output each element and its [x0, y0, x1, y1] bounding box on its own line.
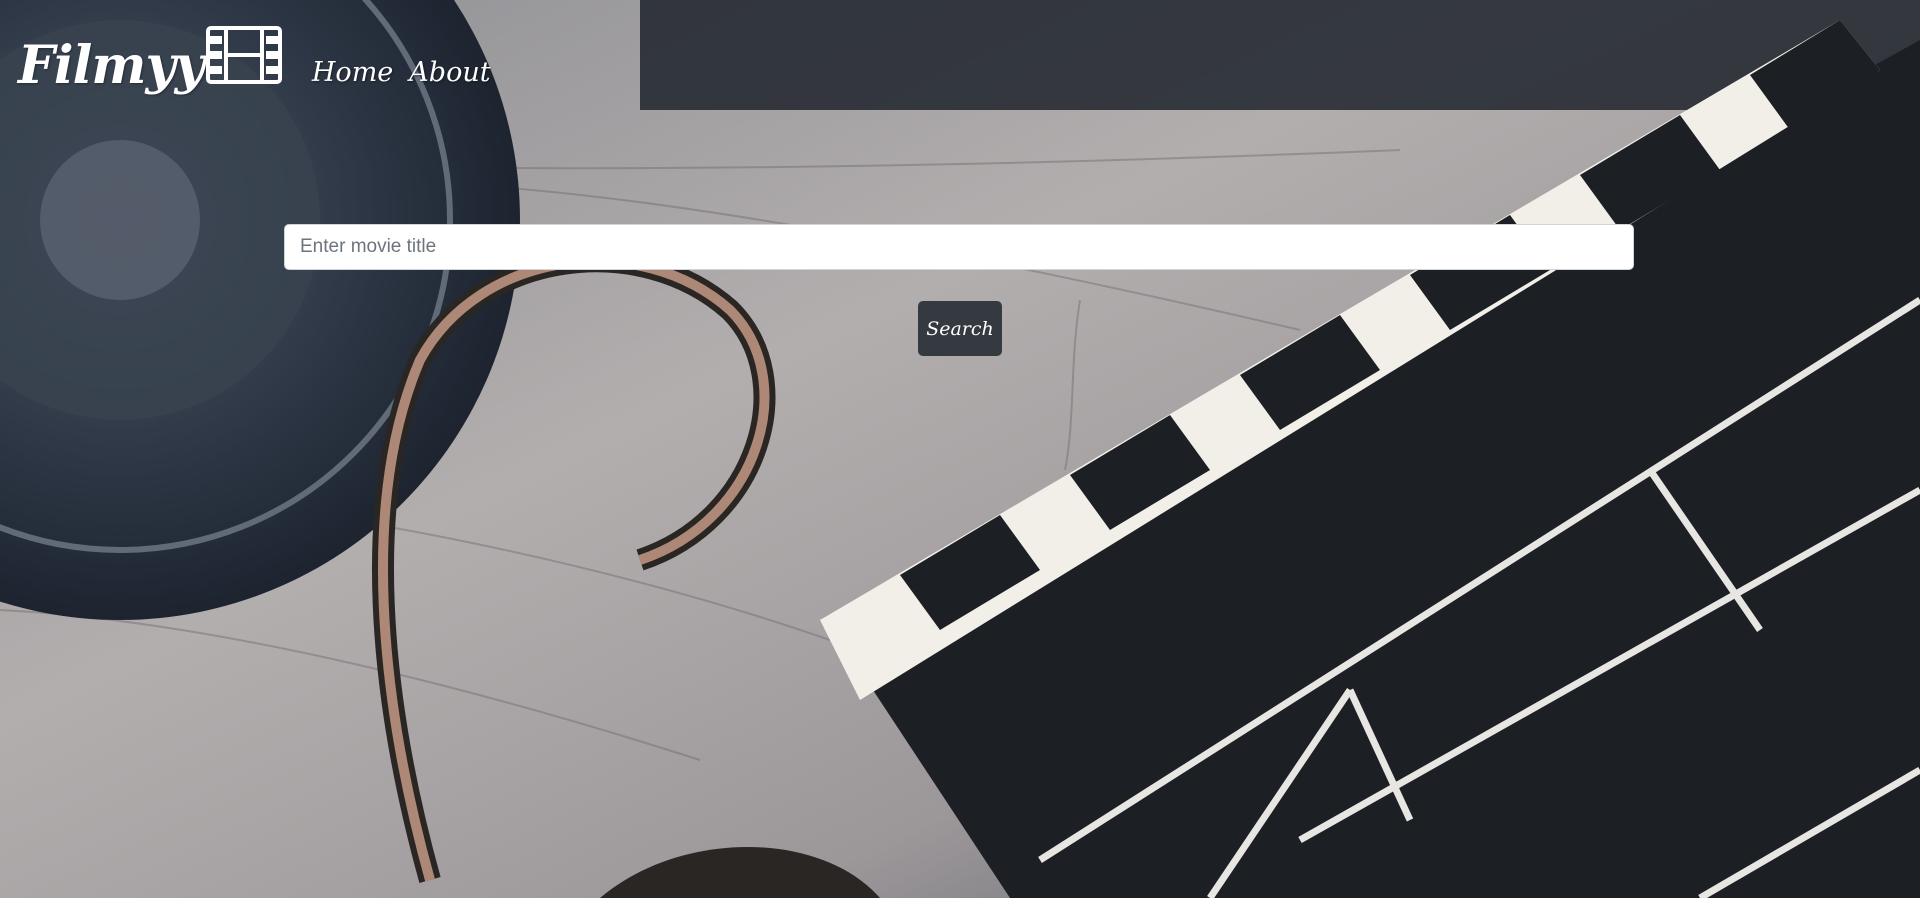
nav-links: Home About — [312, 57, 491, 88]
film-icon — [205, 26, 282, 84]
background-image — [0, 0, 1920, 898]
nav-home-link[interactable]: Home — [312, 57, 393, 88]
movie-search-input[interactable] — [284, 224, 1634, 270]
brand-name: Filmyy — [18, 35, 205, 96]
nav-about-link[interactable]: About — [409, 57, 490, 88]
brand-logo-link[interactable]: Filmyy — [18, 26, 282, 92]
search-button[interactable]: Search — [918, 301, 1002, 356]
page: Filmyy Home About Enter movie title Sear… — [0, 0, 1920, 898]
navbar: Filmyy Home About — [18, 26, 491, 92]
